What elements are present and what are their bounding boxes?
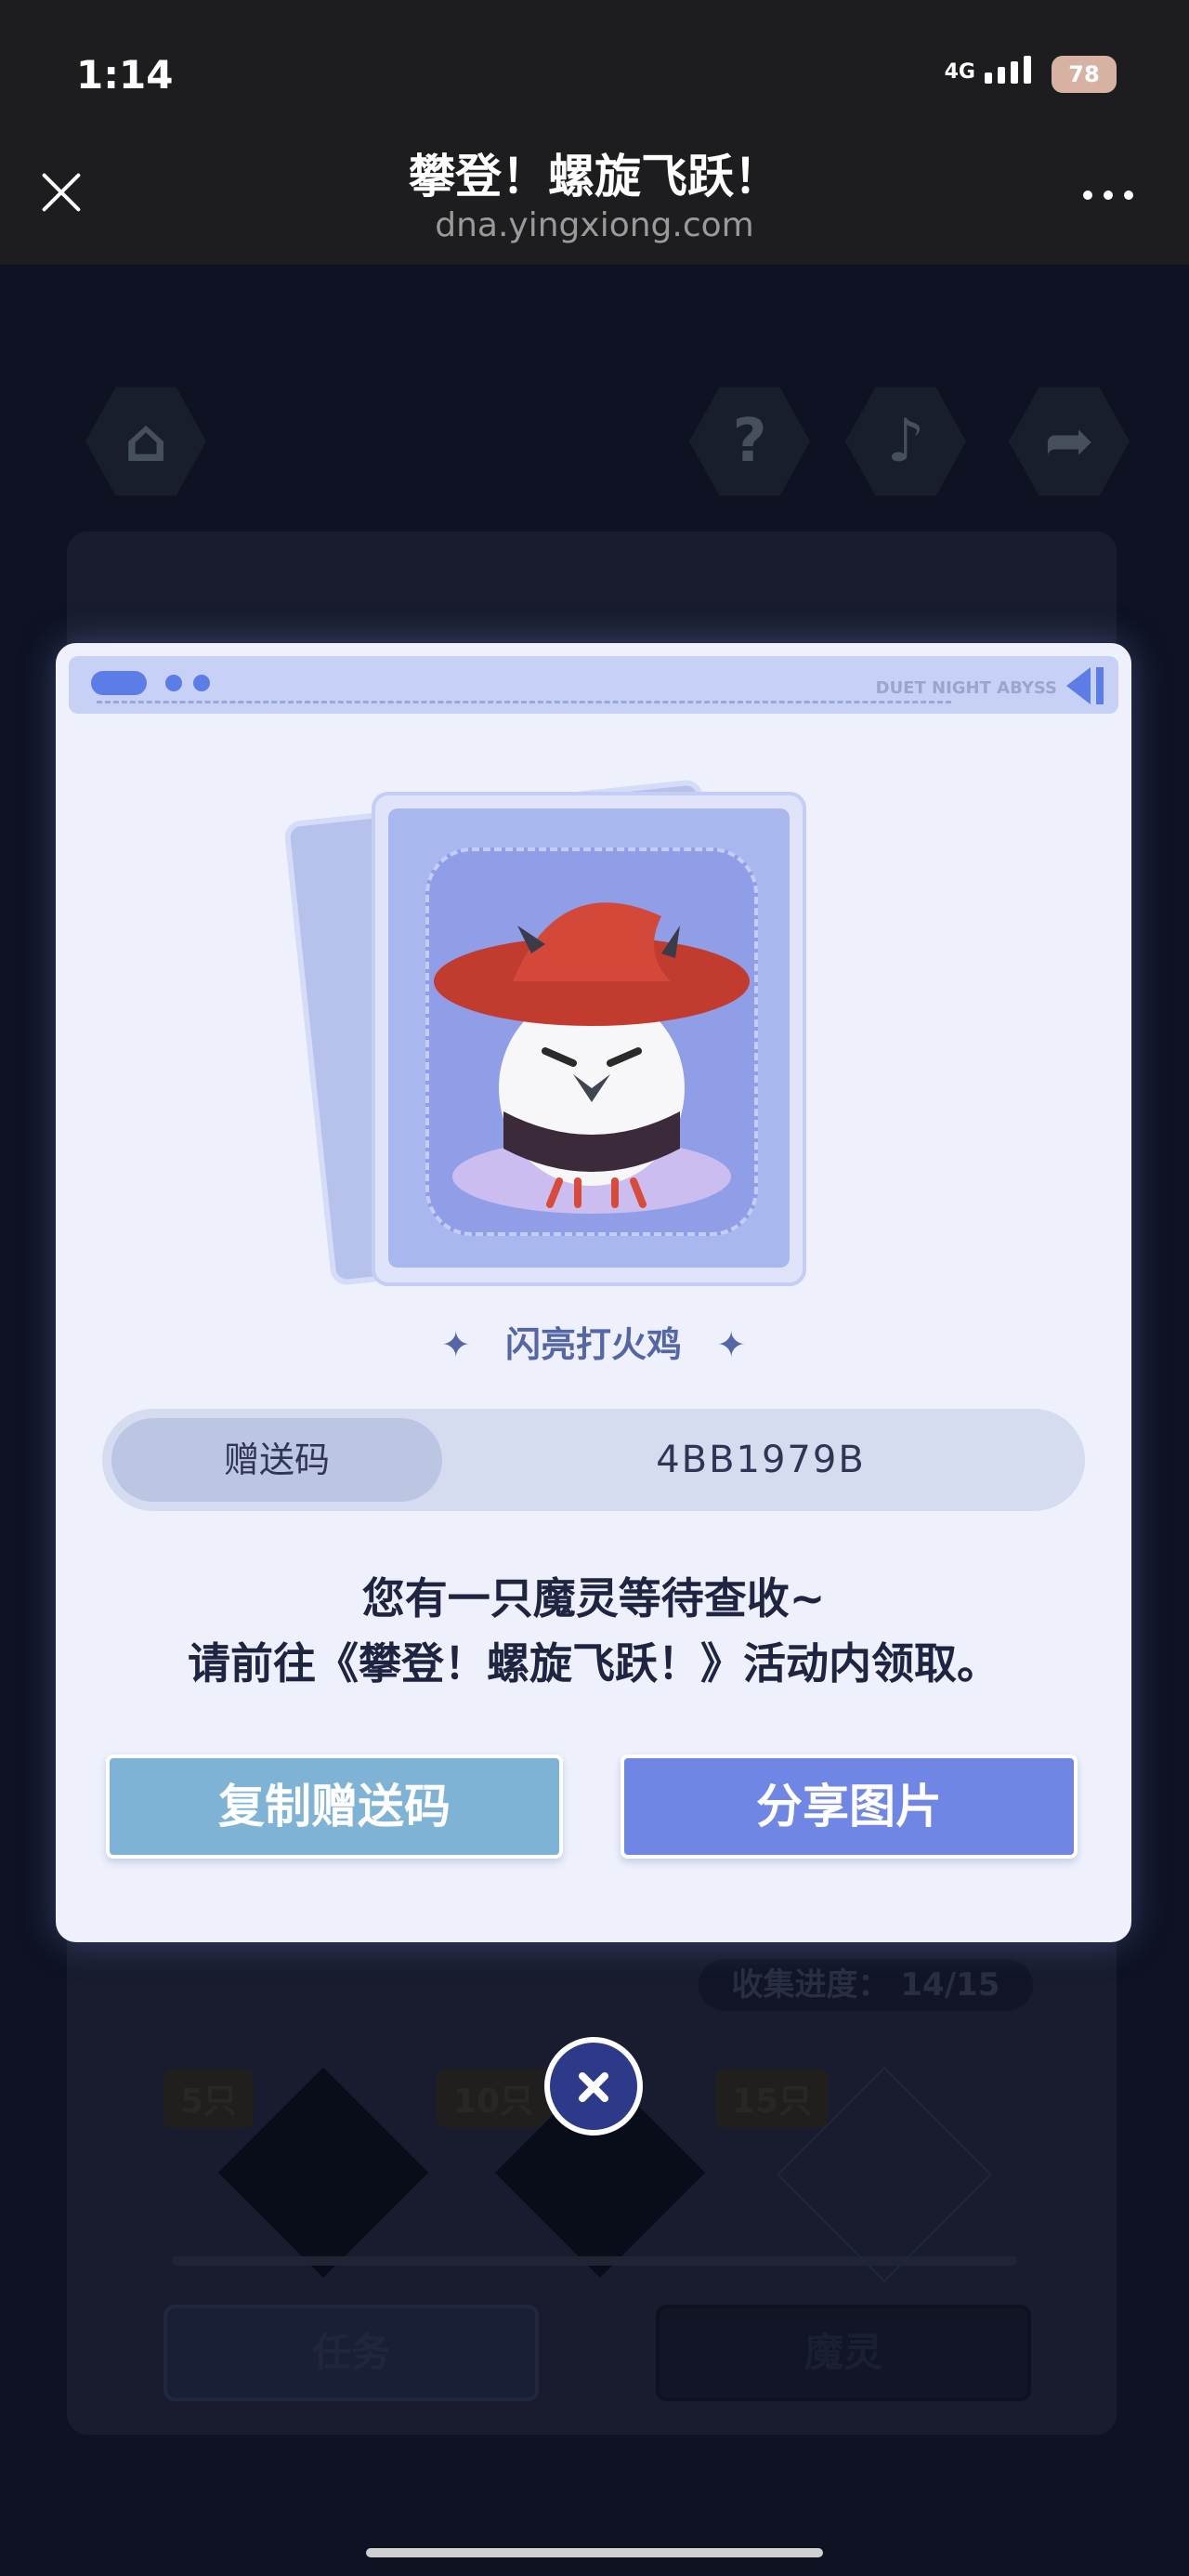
status-time: 1:14 bbox=[76, 52, 174, 98]
gift-code-dialog: DUET NIGHT ABYSS ✦ 闪亮打火鸡 ✦ 赠送码 4BB1979B … bbox=[56, 643, 1131, 1942]
network-type: 4G bbox=[944, 60, 975, 84]
page-title: 攀登！螺旋飞跃！ bbox=[409, 150, 780, 204]
decor-pill bbox=[91, 671, 147, 695]
spirit-card bbox=[372, 792, 806, 1286]
battery-indicator: 78 bbox=[1052, 56, 1117, 93]
signal-bar bbox=[1024, 56, 1031, 84]
browser-nav-bar: 攀登！螺旋飞跃！ dna.yingxiong.com bbox=[0, 130, 1189, 265]
chicken-witch-illustration bbox=[434, 902, 750, 1214]
brand-text: DUET NIGHT ABYSS bbox=[875, 678, 1057, 698]
sparkle-icon: ✦ bbox=[440, 1324, 471, 1365]
message-line-2: 请前往《攀登！螺旋飞跃！》活动内领取。 bbox=[188, 1638, 1000, 1689]
decor-bar bbox=[1096, 667, 1104, 704]
item-name: 闪亮打火鸡 bbox=[504, 1324, 682, 1365]
dialog-header-strip: DUET NIGHT ABYSS bbox=[69, 656, 1118, 714]
decor-dot bbox=[165, 675, 182, 691]
gift-code-value[interactable]: 4BB1979B bbox=[437, 1409, 1085, 1511]
signal-bar bbox=[998, 67, 1005, 84]
card-art bbox=[425, 848, 758, 1236]
triangle-icon bbox=[1066, 667, 1091, 704]
item-name-row: ✦ 闪亮打火鸡 ✦ bbox=[56, 1316, 1131, 1367]
home-indicator[interactable] bbox=[366, 2548, 823, 2557]
card-frame bbox=[388, 808, 790, 1268]
share-image-button[interactable]: 分享图片 bbox=[621, 1755, 1078, 1859]
signal-bar bbox=[985, 72, 992, 84]
decor-dot bbox=[193, 675, 210, 691]
copy-code-button[interactable]: 复制赠送码 bbox=[106, 1755, 563, 1859]
decor-dashed-line bbox=[97, 701, 951, 703]
signal-bar bbox=[1011, 61, 1018, 84]
message-line-1: 您有一只魔灵等待查收~ bbox=[361, 1573, 826, 1623]
sparkle-icon: ✦ bbox=[716, 1324, 747, 1365]
dialog-close-button[interactable] bbox=[544, 2037, 643, 2136]
page-url: dna.yingxiong.com bbox=[435, 206, 754, 244]
gift-code-field: 赠送码 4BB1979B bbox=[102, 1409, 1085, 1511]
more-options-icon[interactable] bbox=[1083, 191, 1133, 200]
signal-indicator: 4G bbox=[945, 56, 1031, 84]
status-bar: 1:14 4G 78 bbox=[0, 0, 1189, 149]
gift-code-label: 赠送码 bbox=[111, 1418, 442, 1502]
